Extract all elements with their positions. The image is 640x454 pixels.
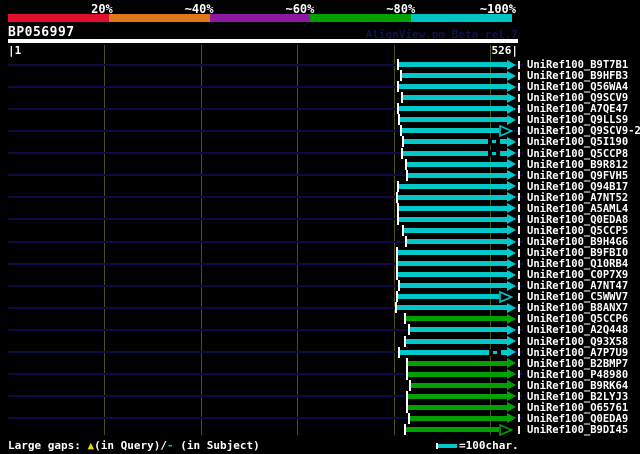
query-end-dash	[518, 425, 520, 434]
alignment-bar[interactable]	[400, 283, 507, 289]
query-end-dash	[518, 370, 520, 379]
alignment-bar[interactable]	[408, 371, 507, 377]
alignment-bar[interactable]	[402, 73, 507, 79]
query-end-dash	[518, 392, 520, 401]
query-end-dash	[518, 215, 520, 224]
query-end-dash	[518, 259, 520, 268]
alignment-bar[interactable]	[408, 172, 507, 178]
query-end-dash	[518, 325, 520, 334]
alignment-bar[interactable]	[406, 338, 507, 344]
alignment-bar[interactable]	[398, 272, 507, 278]
alignment-bar[interactable]	[409, 327, 507, 333]
alignment-bar[interactable]	[398, 261, 507, 267]
alignment-bar[interactable]	[408, 404, 507, 410]
query-end-dash	[518, 381, 520, 390]
alignment-bar[interactable]	[397, 305, 507, 311]
alignment-bar[interactable]	[402, 128, 499, 134]
gaps-legend-prefix: Large gaps:	[8, 439, 88, 452]
row-label[interactable]: UniRef100_B9DI45	[527, 424, 628, 436]
alignment-bar[interactable]	[399, 205, 507, 211]
query-end-dash	[518, 303, 520, 312]
alignment-bar[interactable]	[398, 294, 499, 300]
query-end-dash	[518, 292, 520, 301]
query-end-dash	[518, 104, 520, 113]
query-end-dash	[518, 414, 520, 423]
query-end-dash	[518, 149, 520, 157]
query-end-dash	[518, 248, 520, 257]
query-end-dash	[518, 403, 520, 412]
alignment-bar[interactable]	[399, 216, 507, 222]
alignment-bar[interactable]	[409, 415, 507, 421]
alignment-bar[interactable]	[399, 183, 507, 189]
query-end-dash	[518, 226, 520, 235]
query-end-dash	[518, 348, 520, 357]
query-end-dash	[518, 115, 520, 124]
alignment-bar[interactable]	[406, 427, 499, 432]
query-ruler-bar	[8, 39, 518, 43]
query-end-dash	[518, 281, 520, 290]
query-end-dash	[518, 314, 520, 323]
alignment-bar[interactable]	[398, 194, 507, 200]
alignview-page: { "header": { "title": "BP056997", "wate…	[0, 0, 640, 454]
query-end-dash	[518, 237, 520, 246]
subject-gap-dash-icon: -	[166, 439, 174, 452]
query-end-dash	[518, 270, 520, 279]
alignment-bar[interactable]	[408, 360, 507, 366]
subject-gap-dash-icon	[491, 151, 496, 155]
identity-scale-tick-label: ~100%	[479, 2, 516, 16]
query-end-dash	[518, 337, 520, 345]
gaps-legend: Large gaps: ▲(in Query)/- (in Subject)	[8, 439, 260, 452]
query-gap-label: (in Query)/	[94, 439, 167, 452]
alignment-bar[interactable]	[407, 161, 507, 167]
ruler-start-label: |1	[8, 44, 22, 57]
query-end-dash	[518, 182, 520, 191]
query-end-dash	[518, 82, 520, 91]
query-end-dash	[518, 60, 520, 69]
scale-legend-label: =100char.	[459, 439, 519, 452]
query-end-dash	[518, 93, 520, 102]
query-end-dash	[518, 160, 520, 168]
alignment-bar[interactable]	[410, 382, 507, 388]
query-end-dash	[518, 193, 520, 202]
query-end-dash	[518, 126, 520, 135]
alignment-bar[interactable]	[407, 239, 507, 244]
alignment-bar[interactable]	[398, 250, 507, 255]
alignment-bar[interactable]	[406, 316, 507, 322]
alignment-bar[interactable]	[404, 227, 507, 233]
query-end-dash	[518, 359, 520, 368]
query-end-dash	[518, 204, 520, 213]
alignment-bar[interactable]	[399, 106, 507, 112]
query-title: BP056997	[8, 25, 75, 40]
alignment-bar[interactable]	[399, 84, 507, 90]
scale-legend-bar-icon	[438, 444, 457, 448]
query-end-dash	[518, 171, 520, 180]
subject-gap-dash-icon	[491, 140, 496, 144]
alignment-bar[interactable]	[408, 393, 507, 399]
alignment-bar[interactable]	[400, 117, 507, 123]
alignment-bar[interactable]	[399, 62, 507, 67]
ruler-end-label: 526|	[491, 44, 519, 57]
subject-gap-dash-icon	[492, 350, 497, 354]
subject-gap-label: (in Subject)	[173, 439, 260, 452]
query-end-dash	[518, 71, 520, 80]
alignment-bar[interactable]	[403, 95, 507, 101]
query-end-dash	[518, 137, 520, 146]
